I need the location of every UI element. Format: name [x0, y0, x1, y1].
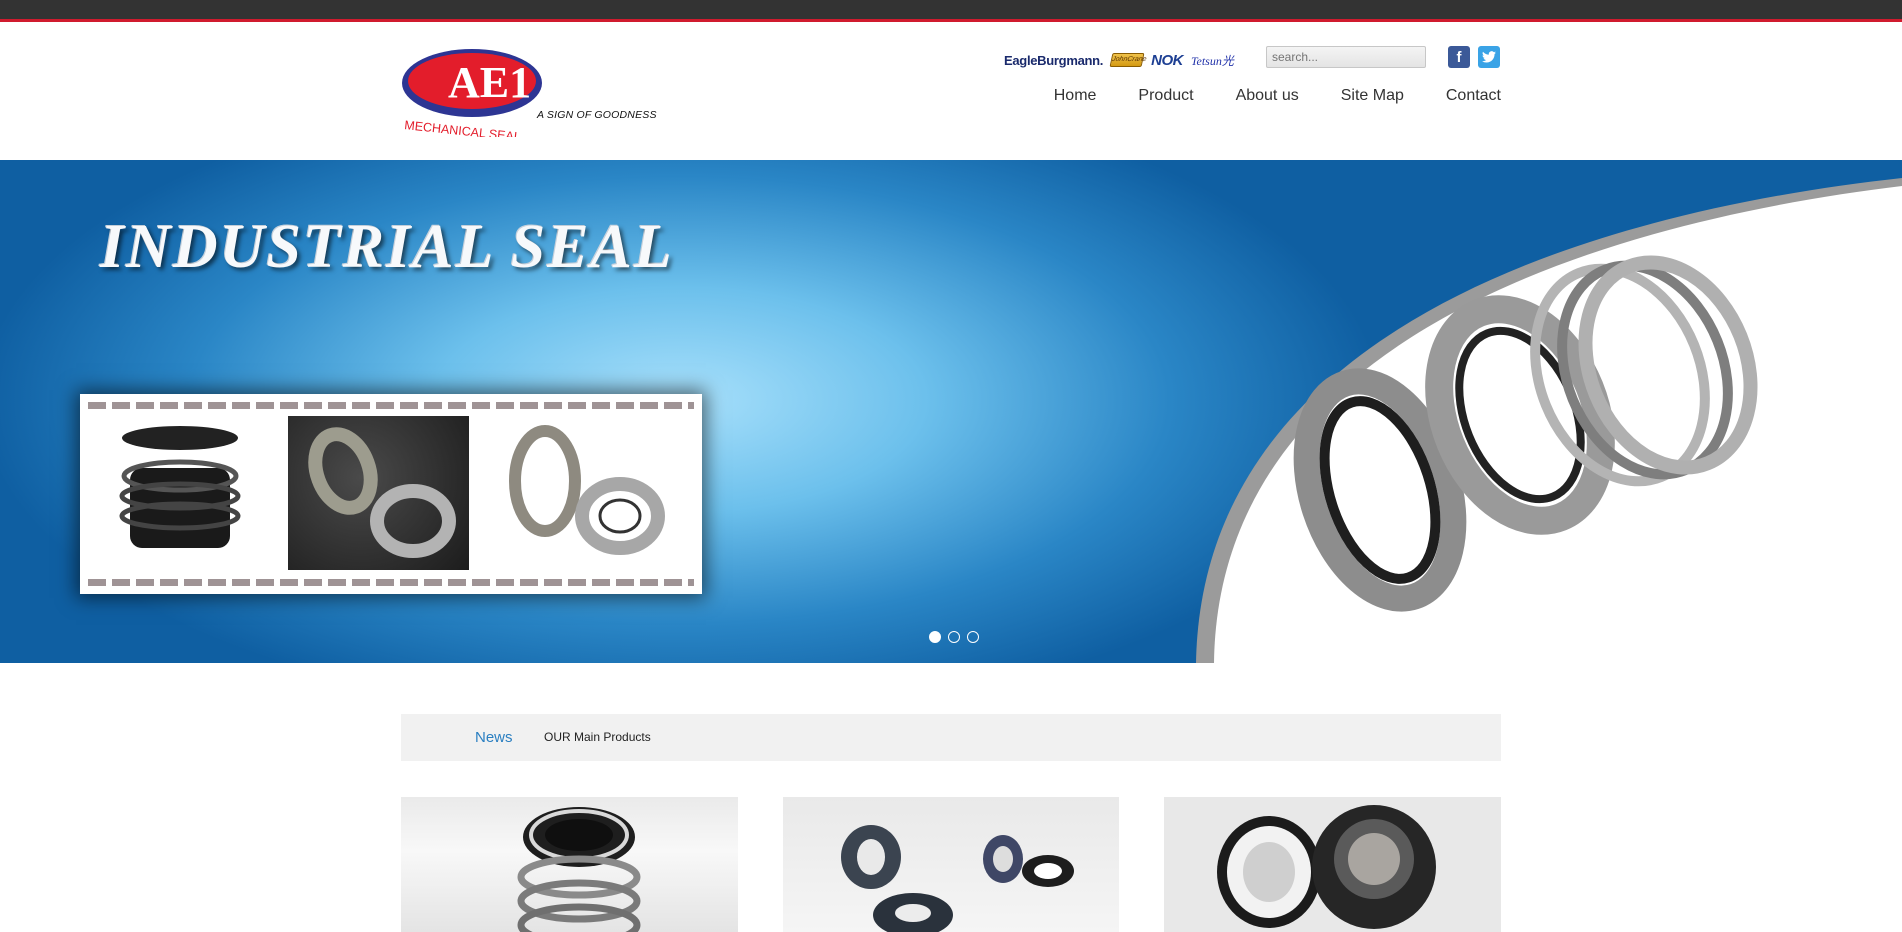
hero-product-panel [1196, 178, 1902, 663]
tagline: A SIGN OF GOODNESS [537, 109, 657, 121]
slider-pagination [929, 631, 979, 643]
tab-main-products[interactable]: OUR Main Products [544, 730, 651, 744]
content-tabs: News OUR Main Products [401, 714, 1501, 761]
site-header: AE1 MECHANICAL SEAL A SIGN OF GOODNESS E… [0, 25, 1902, 160]
johncrane-logo: JohnCrane [1109, 53, 1147, 67]
main-nav: Home Product About us Site Map Contact [1054, 87, 1501, 105]
product-image-ceramic-seal [1217, 805, 1436, 929]
dark-seal-image [308, 427, 456, 558]
nav-product[interactable]: Product [1138, 87, 1193, 105]
product-card[interactable] [1164, 797, 1501, 932]
film-sprockets-top [88, 402, 694, 409]
hero-slider[interactable]: INDUSTRIAL SEAL [0, 160, 1902, 663]
tetsun-logo: Tetsun光 [1190, 53, 1234, 68]
film-sprockets-bottom [88, 579, 694, 586]
ae1-logo-graphic: AE1 MECHANICAL SEAL [402, 49, 542, 144]
hero-title: INDUSTRIAL SEAL [100, 213, 674, 281]
slider-dot-3[interactable] [967, 631, 979, 643]
nav-about-us[interactable]: About us [1236, 87, 1299, 105]
nav-contact[interactable]: Contact [1446, 87, 1501, 105]
facebook-glyph: f [1456, 48, 1462, 66]
nav-home[interactable]: Home [1054, 87, 1097, 105]
product-filmstrip [80, 394, 702, 594]
slider-dot-2[interactable] [948, 631, 960, 643]
twitter-bird-icon [1482, 51, 1496, 63]
film-frame-3 [490, 416, 670, 570]
nav-site-map[interactable]: Site Map [1341, 87, 1404, 105]
logo-subtext: MECHANICAL SEAL [404, 118, 522, 137]
tab-news[interactable]: News [475, 729, 513, 746]
film-frame-1 [110, 416, 250, 570]
slider-dot-1[interactable] [929, 631, 941, 643]
film-frame-2 [288, 416, 469, 570]
black-seal-image [119, 426, 241, 548]
product-card[interactable] [783, 797, 1119, 932]
silver-seal-image [509, 425, 665, 555]
partner-brands: EagleBurgmann. JohnCrane NOK Tetsun光 [1004, 49, 1234, 71]
product-image-seal-set [841, 825, 1074, 932]
site-logo[interactable]: AE1 MECHANICAL SEAL [400, 47, 660, 144]
nok-logo: NOK [1151, 51, 1183, 69]
eagleburgmann-logo: EagleBurgmann. [1004, 52, 1104, 68]
product-card[interactable] [401, 797, 738, 932]
facebook-icon[interactable]: f [1448, 46, 1470, 68]
search-input[interactable] [1266, 46, 1426, 68]
top-bar [0, 0, 1902, 22]
twitter-icon[interactable]: t [1478, 46, 1500, 68]
logo-text: AE1 [448, 58, 531, 107]
product-image-spring-seal [517, 807, 641, 932]
